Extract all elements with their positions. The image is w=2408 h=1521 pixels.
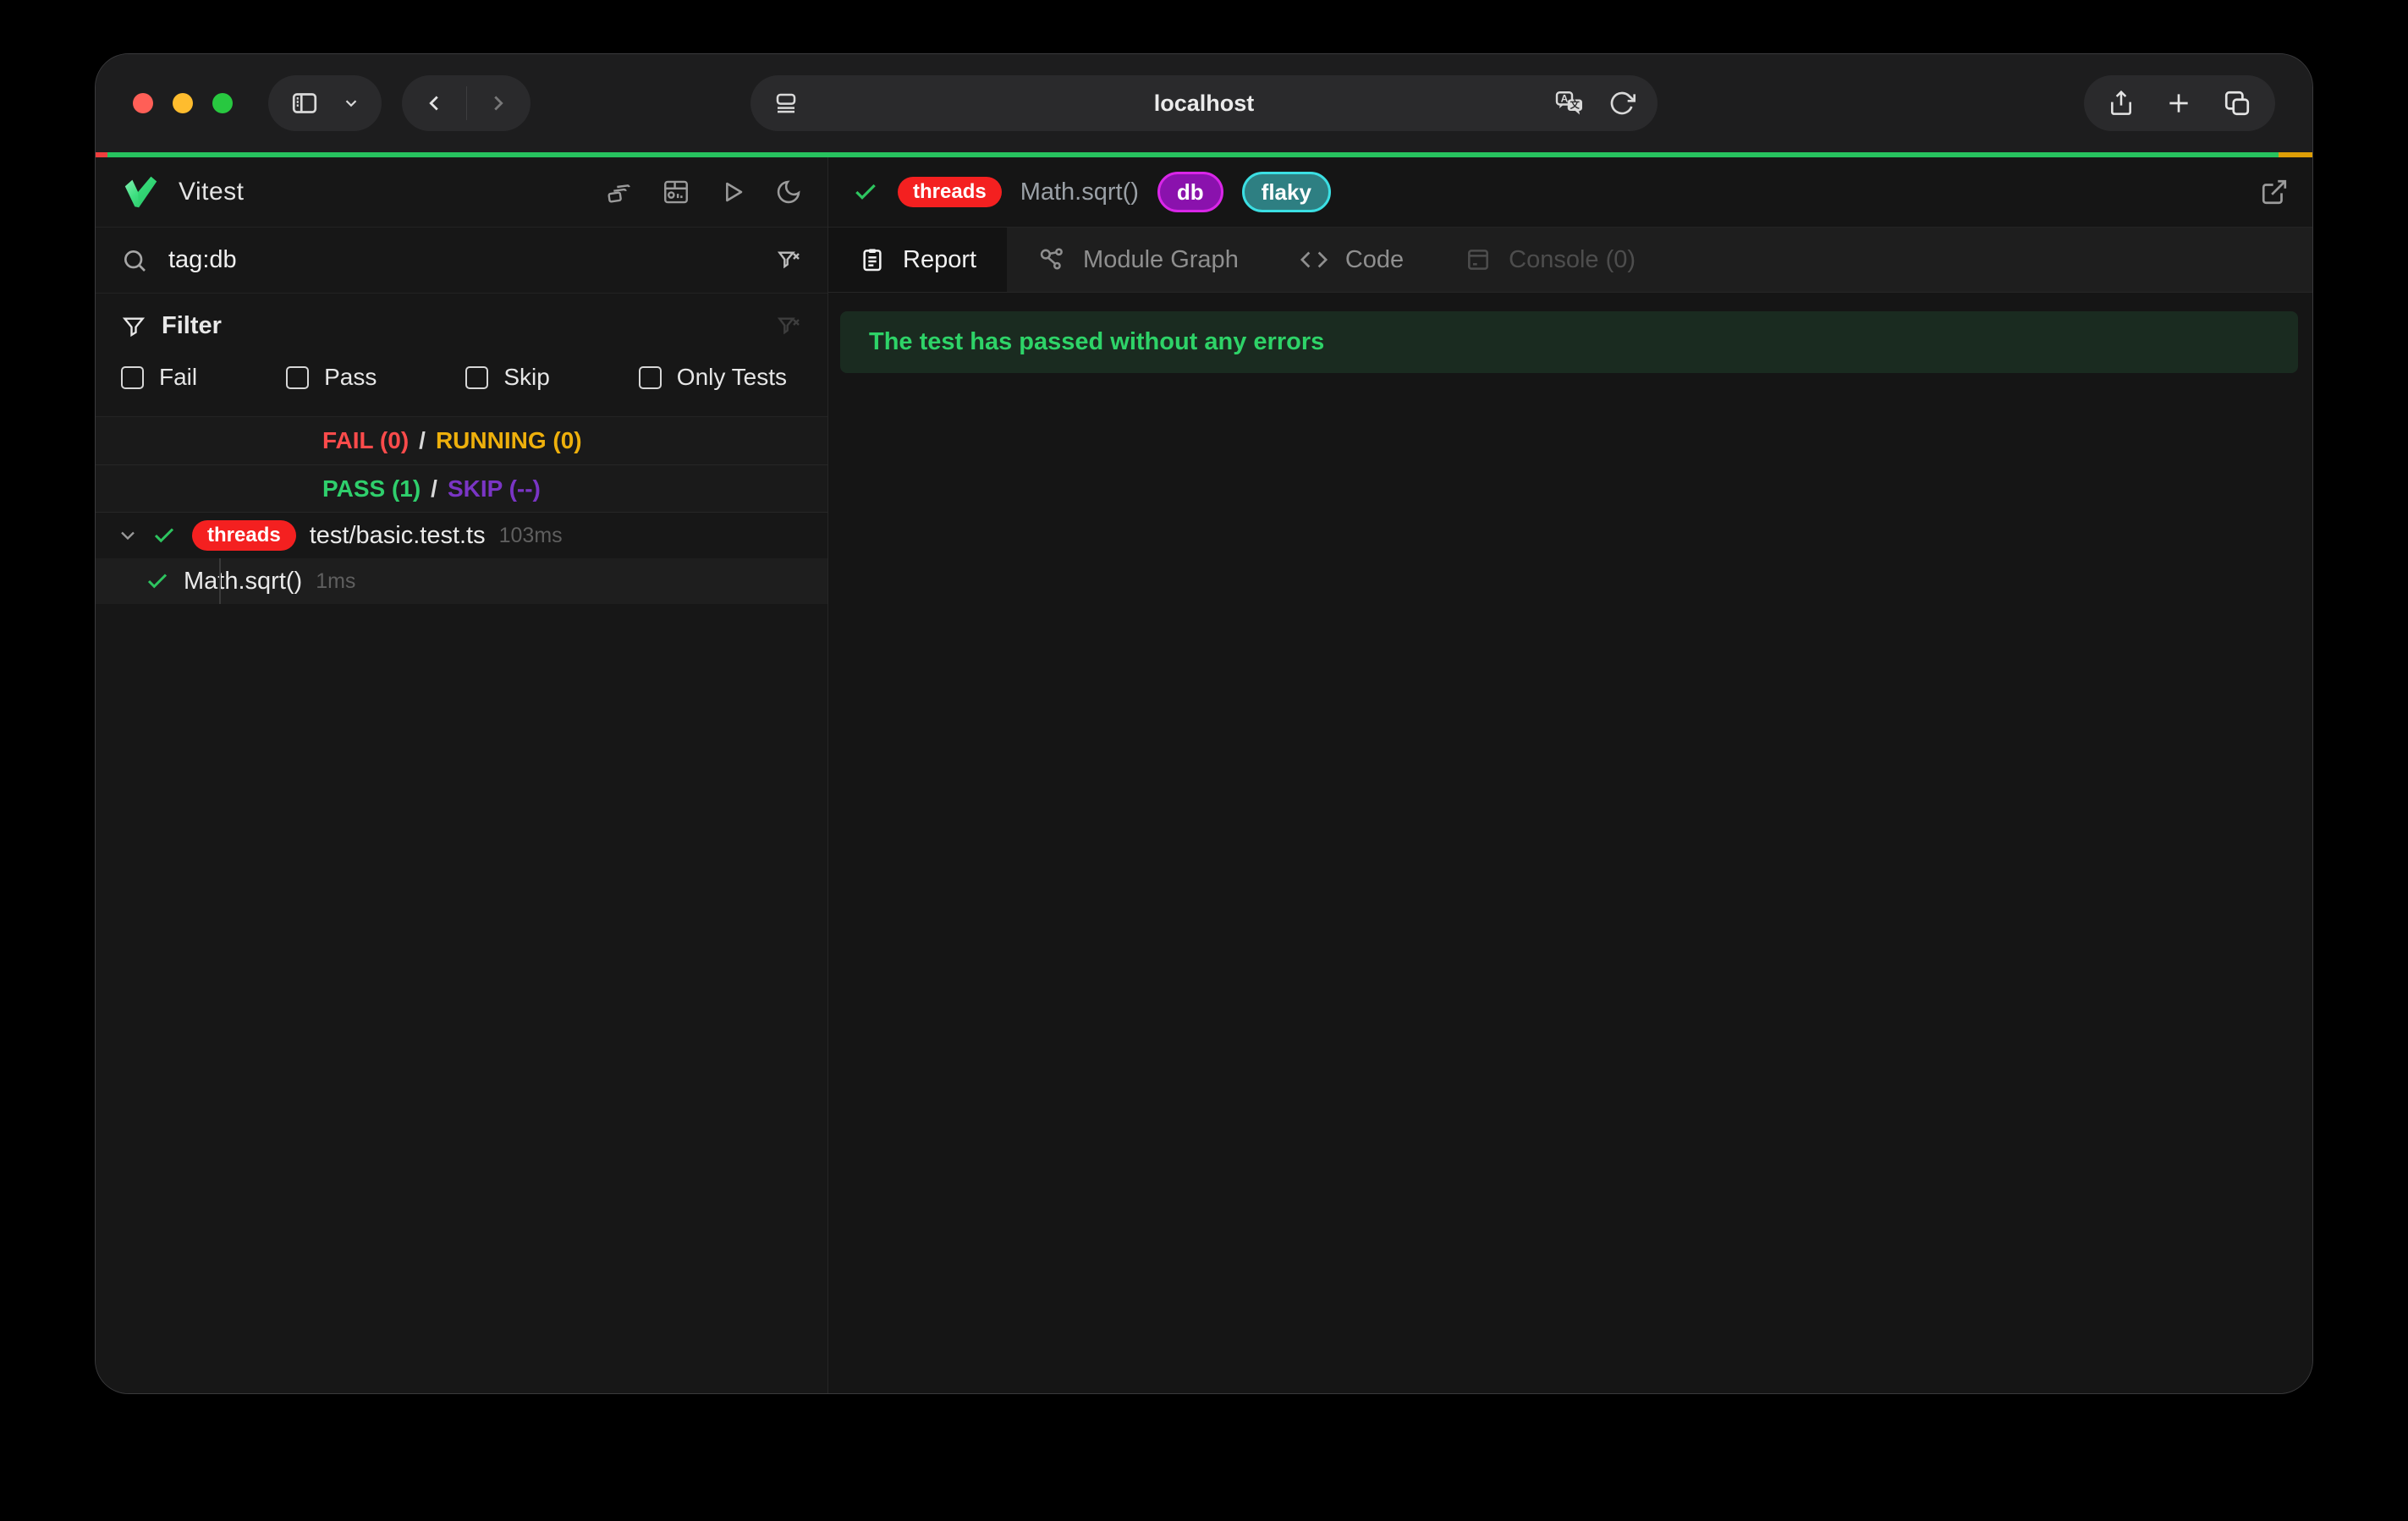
share-icon[interactable] (2108, 90, 2135, 117)
history-nav (402, 75, 531, 131)
checkbox-fail-box[interactable] (121, 366, 144, 389)
tree-row-test[interactable]: Math.sqrt() 1ms (96, 558, 827, 604)
tab-report[interactable]: Report (828, 228, 1007, 292)
tree-test-duration: 1ms (316, 569, 355, 594)
pass-check-icon (145, 568, 170, 594)
pool-badge: threads (898, 177, 1002, 207)
open-in-editor-icon[interactable] (2260, 178, 2289, 206)
filter-checkboxes: Fail Pass Skip Only Tests (121, 364, 802, 391)
address-bar[interactable]: localhost A 文 (750, 75, 1658, 131)
sidebar: Vitest (96, 157, 828, 1393)
vitest-logo-icon (121, 173, 160, 211)
checkbox-only-tests[interactable]: Only Tests (639, 364, 787, 391)
summary-fail: FAIL (0) (322, 427, 409, 454)
tab-code-label: Code (1345, 246, 1404, 274)
checkbox-fail[interactable]: Fail (121, 364, 197, 391)
tag-badge-db: db (1157, 172, 1223, 213)
pass-banner: The test has passed without any errors (840, 311, 2298, 373)
summary-skip: SKIP (--) (448, 475, 541, 502)
checkbox-pass[interactable]: Pass (286, 364, 377, 391)
checkbox-only-tests-label: Only Tests (677, 364, 787, 391)
tab-console-label: Console (0) (1509, 246, 1636, 274)
sidebar-icon (289, 88, 320, 118)
pass-check-icon (151, 523, 177, 548)
summary-row-2: PASS (1) / SKIP (--) (96, 464, 827, 512)
browser-window: localhost A 文 (95, 53, 2313, 1394)
console-icon (1465, 246, 1492, 273)
checkbox-pass-box[interactable] (286, 366, 309, 389)
tab-module-graph-label: Module Graph (1083, 246, 1239, 274)
filter-icon (121, 314, 146, 339)
close-window-button[interactable] (133, 93, 153, 113)
forward-button[interactable] (467, 75, 531, 131)
checkbox-skip[interactable]: Skip (465, 364, 549, 391)
summary-pass: PASS (1) (322, 475, 421, 502)
summary-row-1: FAIL (0) / RUNNING (0) (96, 417, 827, 464)
search-icon (121, 247, 148, 274)
minimize-window-button[interactable] (173, 93, 193, 113)
clear-filter-icon[interactable] (775, 313, 802, 340)
filter-label: Filter (162, 312, 222, 340)
chevron-down-icon[interactable] (116, 524, 140, 547)
clear-search-icon[interactable] (775, 247, 802, 274)
tab-module-graph[interactable]: Module Graph (1007, 228, 1269, 292)
checkbox-pass-label: Pass (324, 364, 377, 391)
indent-guide (219, 558, 221, 604)
tree-file-duration: 103ms (499, 524, 563, 548)
checkbox-skip-label: Skip (503, 364, 549, 391)
chevron-down-icon (342, 94, 360, 113)
code-icon (1300, 245, 1328, 274)
tab-bar: Report Module Graph (828, 228, 2312, 293)
test-tree: threads test/basic.test.ts 103ms Math.sq… (96, 513, 827, 1393)
tab-console: Console (0) (1434, 228, 1666, 292)
zoom-window-button[interactable] (212, 93, 233, 113)
traffic-lights (133, 93, 233, 113)
back-button[interactable] (402, 75, 466, 131)
dark-mode-icon[interactable] (775, 178, 802, 206)
tag-badge-flaky: flaky (1242, 172, 1331, 213)
pool-badge: threads (192, 520, 296, 551)
summary-running: RUNNING (0) (436, 427, 582, 454)
pass-banner-text: The test has passed without any errors (869, 328, 1324, 356)
detail-header: threads Math.sqrt() db flaky (828, 157, 2312, 228)
tree-test-label[interactable]: Math.sqrt() (184, 568, 302, 596)
tab-code[interactable]: Code (1269, 228, 1434, 292)
module-graph-icon (1037, 245, 1066, 274)
dashboard-icon[interactable] (662, 178, 690, 206)
browser-toolbar: localhost A 文 (96, 54, 2312, 152)
summary-separator: / (419, 427, 426, 454)
summary-separator: / (431, 475, 437, 502)
app-title: Vitest (179, 178, 245, 206)
report-content: The test has passed without any errors (828, 293, 2312, 1393)
tree-row-file[interactable]: threads test/basic.test.ts 103ms (96, 513, 827, 558)
filter-section: Filter Fail (96, 294, 827, 417)
tree-file-label[interactable]: test/basic.test.ts (310, 522, 486, 550)
tab-report-label: Report (903, 246, 976, 274)
checkbox-skip-box[interactable] (465, 366, 488, 389)
report-icon (859, 246, 886, 273)
screen: localhost A 文 (0, 0, 2408, 1521)
collapse-panels-icon[interactable] (606, 178, 633, 206)
toolbar-actions (2084, 75, 2275, 131)
test-title: Math.sqrt() (1020, 178, 1139, 206)
checkbox-only-tests-box[interactable] (639, 366, 662, 389)
pass-check-icon (852, 178, 879, 206)
tab-overview-icon[interactable] (2223, 89, 2251, 118)
search-input[interactable]: tag:db (168, 246, 775, 274)
test-summary: FAIL (0) / RUNNING (0) PASS (1) / SKIP (… (96, 417, 827, 513)
search-row: tag:db (96, 228, 827, 294)
new-tab-icon[interactable] (2165, 90, 2192, 117)
sidebar-toggle-button[interactable] (268, 75, 382, 131)
sidebar-header: Vitest (96, 157, 827, 228)
run-all-icon[interactable] (719, 178, 746, 206)
checkbox-fail-label: Fail (159, 364, 197, 391)
url-text[interactable]: localhost (750, 91, 1658, 117)
detail-panel: threads Math.sqrt() db flaky (828, 157, 2312, 1393)
